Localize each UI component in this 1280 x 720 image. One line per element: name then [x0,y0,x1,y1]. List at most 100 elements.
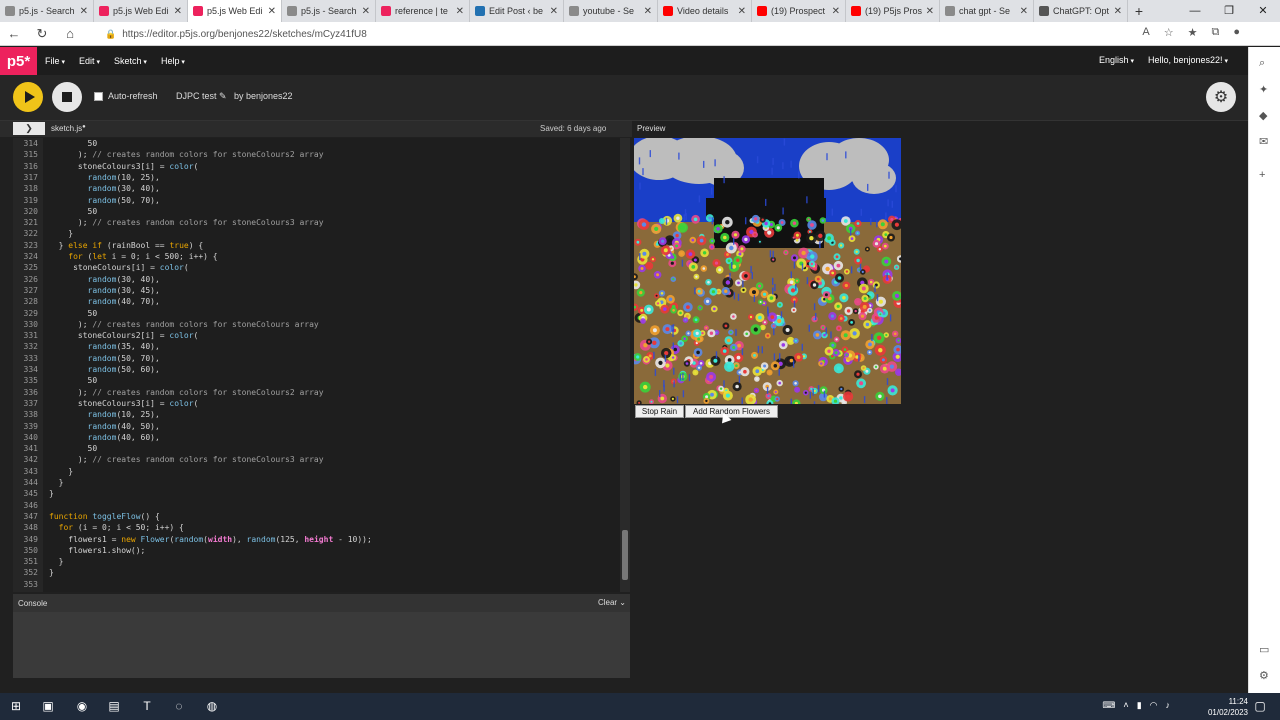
flower-center [755,377,758,381]
maximize-icon[interactable]: ❐ [1212,0,1246,22]
stop-button[interactable] [52,82,82,112]
tab-close-icon[interactable]: ✕ [1020,6,1028,17]
favorites-icon[interactable]: ★ [1188,26,1198,39]
edge-icon[interactable]: ◉ [75,699,89,713]
tab-close-icon[interactable]: ✕ [174,6,182,17]
search-icon[interactable]: ⌕ [1259,57,1265,70]
close-window-icon[interactable]: ✕ [1246,0,1280,22]
tab-close-icon[interactable]: ✕ [644,6,652,17]
browser-tab[interactable]: youtube - Se ✕ [564,0,658,22]
p5-logo[interactable]: p5* [0,47,37,75]
file-explorer-icon[interactable]: ▤ [107,699,121,713]
collections-icon[interactable]: ⧉ [1211,26,1219,39]
browser-tab[interactable]: chat gpt - Se ✕ [940,0,1034,22]
file-tab[interactable]: sketch.js● [51,124,86,133]
browser-tab[interactable]: (19) P5js Pros ✕ [846,0,940,22]
flower-center [839,396,843,400]
battery-icon[interactable]: ▮ [1137,700,1142,711]
reload-icon[interactable]: ↻ [28,26,56,42]
start-icon[interactable]: ⊞ [9,699,23,713]
new-tab-button[interactable]: + [1128,0,1150,22]
menu-sketch[interactable]: Sketch [114,56,147,66]
keyboard-icon[interactable]: ⌨ [1102,700,1115,711]
browser-tab[interactable]: p5.js - Search ✕ [0,0,94,22]
language-menu[interactable]: English [1099,55,1134,65]
flower-center [834,351,838,355]
browser-tab[interactable]: p5.js Web Edi ✕ [188,0,282,22]
flower-center [890,388,895,393]
menu-file[interactable]: File [45,56,65,66]
tab-favicon-icon [287,6,297,16]
rain-drop [823,390,826,398]
url-field[interactable]: 🔒 https://editor.p5js.org/benjones22/ske… [105,25,1135,43]
stop-rain-button[interactable]: Stop Rain [635,405,684,418]
app2-icon[interactable]: ◍ [205,699,219,713]
browser-tab[interactable]: (19) Prospect ✕ [752,0,846,22]
read-aloud-icon[interactable]: A [1142,26,1149,39]
tab-close-icon[interactable]: ✕ [832,6,840,17]
flower-center [718,268,722,272]
tab-close-icon[interactable]: ✕ [550,6,558,17]
home-icon[interactable]: ⌂ [56,26,84,41]
code-line: 330 ); // creates random colors for ston… [13,319,618,330]
rain-drop [711,217,714,225]
add-icon[interactable]: + [1259,169,1265,181]
user-menu[interactable]: Hello, benjones22! [1148,55,1228,65]
task-view-icon[interactable]: ▣ [41,699,55,713]
auto-refresh-toggle[interactable]: Auto-refresh [94,91,158,101]
sidebar-settings-icon[interactable]: ⚙ [1259,669,1269,682]
back-icon[interactable]: ← [0,26,28,41]
rain-drop [772,157,774,165]
code-text: random(30, 40), [87,274,160,284]
tab-close-icon[interactable]: ✕ [1114,6,1122,17]
pencil-icon[interactable]: ✎ [219,91,227,101]
minimize-icon[interactable]: — [1178,0,1212,22]
menu-help[interactable]: Help [161,56,185,66]
code-text: function toggleFlow() { [49,511,160,521]
sketch-canvas[interactable] [634,138,901,404]
tab-close-icon[interactable]: ✕ [926,6,934,17]
tab-close-icon[interactable]: ✕ [80,6,88,17]
browser-tab[interactable]: p5.js Web Edi ✕ [94,0,188,22]
code-editor[interactable]: 314 50 315 ); // creates random colors fo… [13,138,630,592]
wifi-icon[interactable]: ◠ [1150,700,1158,711]
chevron-down-icon[interactable]: ⌄ [619,598,626,607]
sketch-name[interactable]: DJPC test ✎ [176,91,227,102]
rain-drop [795,283,797,291]
browser-tab[interactable]: reference | te ✕ [376,0,470,22]
menu-edit[interactable]: Edit [79,56,100,66]
outlook-icon[interactable]: ✉ [1259,135,1268,148]
taskbar-clock[interactable]: 11:24 01/02/2023 [1208,696,1248,718]
volume-icon[interactable]: ♪ [1166,700,1171,711]
sidebar-layout-icon[interactable]: ▭ [1259,643,1269,656]
settings-gear-icon[interactable]: ⚙ [1206,82,1236,112]
flower-center [671,397,674,400]
copilot-icon[interactable]: ✦ [1259,83,1268,96]
console-clear-button[interactable]: Clear ⌄ [598,598,626,607]
profile-icon[interactable]: ● [1233,26,1240,39]
tab-close-icon[interactable]: ✕ [268,6,276,17]
app-icon[interactable]: ◌ [172,699,186,713]
editor-scroll-thumb[interactable] [622,530,628,580]
browser-tab[interactable]: p5.js - Search ✕ [282,0,376,22]
chevron-up-icon[interactable]: ˄ [1123,700,1128,711]
teams-icon[interactable]: T [140,699,154,713]
tab-close-icon[interactable]: ✕ [362,6,370,17]
add-random-flowers-button[interactable]: Add Random Flowers [685,405,778,418]
auto-refresh-checkbox[interactable] [94,91,103,101]
browser-tab[interactable]: Edit Post ‹ be ✕ [470,0,564,22]
tools-icon[interactable]: ◆ [1259,109,1267,122]
flower-center [665,327,670,332]
browser-tab[interactable]: ChatGPT: Opt ✕ [1034,0,1128,22]
sidebar-toggle-chevron-icon[interactable]: ❯ [13,122,45,135]
tab-close-icon[interactable]: ✕ [456,6,464,17]
notifications-icon[interactable]: ▢ [1253,699,1267,713]
favorite-star-icon[interactable]: ☆ [1164,26,1174,39]
editor-scrollbar[interactable] [620,138,630,592]
play-button[interactable] [13,82,43,112]
rain-drop [874,285,876,293]
tab-close-icon[interactable]: ✕ [738,6,746,17]
flower-center [696,350,700,355]
rain-drop [863,396,866,404]
browser-tab[interactable]: Video details ✕ [658,0,752,22]
